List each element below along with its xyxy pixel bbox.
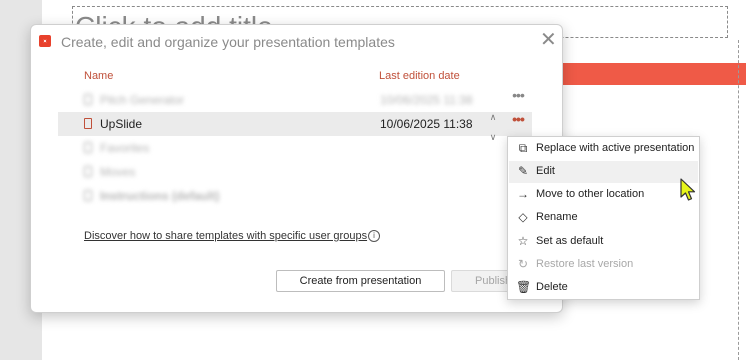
replace-icon: ⧉ [518, 141, 528, 155]
template-name: Moves [100, 165, 136, 179]
template-name: UpSlide [100, 117, 143, 131]
file-icon [84, 142, 92, 153]
template-row[interactable]: Instructions (default) [58, 184, 532, 208]
menu-item-label: Delete [536, 281, 568, 293]
info-icon[interactable]: i [368, 230, 380, 242]
pencil-icon: ✎ [517, 164, 529, 178]
file-icon [84, 118, 92, 129]
eraser-icon: ◇ [518, 210, 528, 224]
mouse-cursor-icon [680, 178, 696, 201]
menu-item-replace[interactable]: ⧉ Replace with active presentation [509, 138, 698, 160]
column-header-date[interactable]: Last edition date [379, 70, 460, 82]
restore-icon: ↻ [517, 257, 529, 271]
menu-item-label: Set as default [536, 235, 604, 247]
dialog-title: Create, edit and organize your presentat… [61, 34, 395, 50]
star-icon: ☆ [517, 234, 529, 248]
template-name: Pitch Generator [100, 93, 185, 107]
menu-item-label: Move to other location [536, 188, 645, 200]
slide-red-band [562, 63, 746, 85]
template-context-menu: ⧉ Replace with active presentation ✎ Edi… [507, 136, 700, 300]
column-header-name[interactable]: Name [84, 70, 113, 82]
menu-item-label: Rename [536, 211, 578, 223]
menu-item-label: Restore last version [536, 258, 634, 270]
file-icon [84, 94, 92, 105]
template-name: Favorites [100, 141, 150, 155]
reorder-arrows-icon[interactable]: ∧ ∨ [488, 112, 498, 142]
menu-item-label: Edit [536, 165, 555, 177]
arrow-right-icon: → [517, 187, 529, 201]
menu-item-edit[interactable]: ✎ Edit [509, 161, 698, 183]
menu-item-rename[interactable]: ◇ Rename [509, 207, 698, 229]
template-row[interactable]: Favorites [58, 136, 532, 160]
slide-guide-line [738, 40, 739, 360]
menu-item-restore[interactable]: ↻ Restore last version [509, 254, 698, 276]
trash-icon: 🗑 [516, 280, 532, 294]
menu-item-label: Replace with active presentation [536, 142, 695, 154]
menu-item-delete[interactable]: 🗑 Delete [509, 277, 698, 299]
template-row[interactable]: Pitch Generator 10/06/2025 11:38 ••• [58, 88, 532, 112]
templates-dialog: Create, edit and organize your presentat… [30, 24, 563, 313]
share-templates-help-link[interactable]: Discover how to share templates with spe… [84, 230, 367, 242]
create-from-presentation-button[interactable]: Create from presentation [276, 270, 445, 292]
more-options-icon[interactable]: ••• [510, 88, 526, 106]
close-icon[interactable]: ✕ [540, 30, 557, 50]
template-row-selected[interactable]: UpSlide 10/06/2025 11:38 ∧ ∨ ••• [58, 112, 532, 142]
more-options-icon[interactable]: ••• [510, 112, 526, 130]
upslide-logo-icon [39, 35, 51, 47]
template-name: Instructions (default) [100, 189, 220, 203]
template-date: 10/06/2025 11:38 [380, 93, 473, 107]
template-date: 10/06/2025 11:38 [380, 117, 473, 131]
file-icon [84, 166, 92, 177]
file-icon [84, 190, 92, 201]
menu-item-move[interactable]: → Move to other location [509, 184, 698, 206]
template-row[interactable]: Moves [58, 160, 532, 184]
menu-item-set-default[interactable]: ☆ Set as default [509, 231, 698, 253]
